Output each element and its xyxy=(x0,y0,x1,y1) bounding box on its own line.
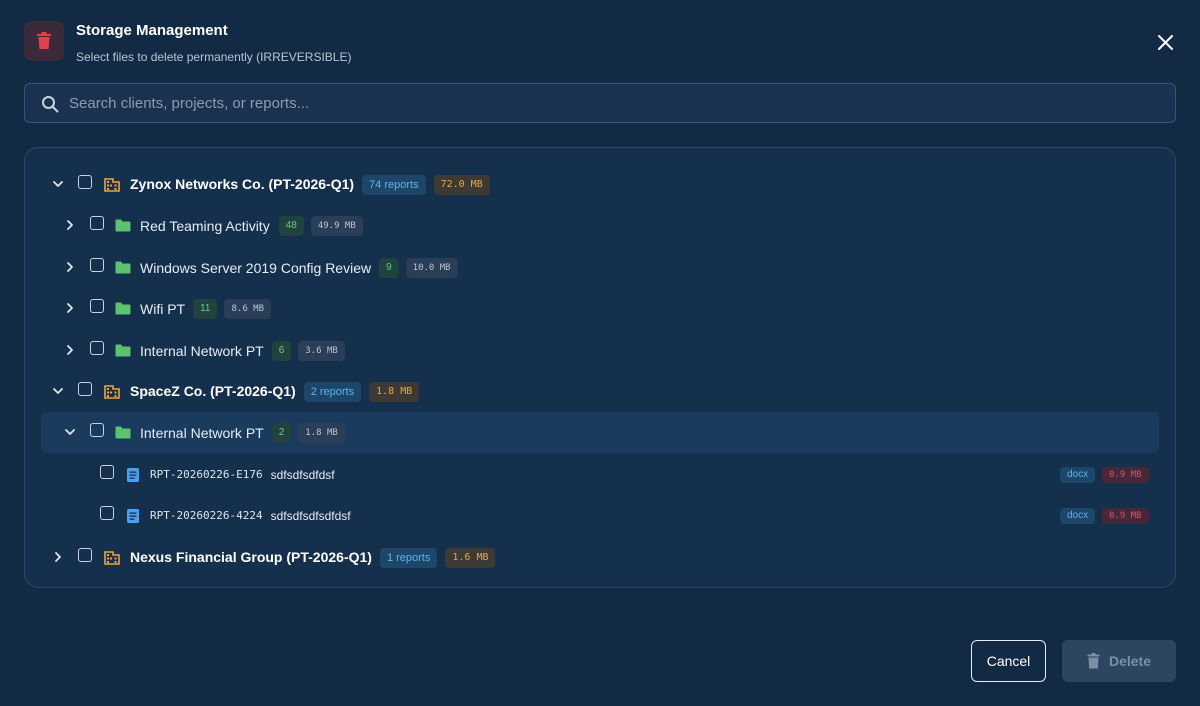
client-checkbox[interactable] xyxy=(78,382,92,396)
cancel-button[interactable]: Cancel xyxy=(971,640,1046,682)
report-name: sdfsdfsdfsdfdsf xyxy=(270,509,351,524)
folder-icon xyxy=(115,344,131,360)
size-badge: 1.8 MB xyxy=(369,382,420,402)
reports-count-badge: 1 reports xyxy=(379,547,438,568)
chevron-down-icon[interactable] xyxy=(51,177,65,191)
project-checkbox[interactable] xyxy=(90,216,104,231)
report-checkbox[interactable] xyxy=(100,506,114,521)
size-badge: 49.9 MB xyxy=(310,216,363,237)
project-checkbox[interactable] xyxy=(90,257,104,272)
building-icon xyxy=(104,385,120,401)
close-icon xyxy=(1157,34,1173,50)
project-name: Red Teaming Activity xyxy=(140,218,270,235)
document-icon xyxy=(127,467,143,484)
folder-icon xyxy=(115,261,131,277)
project-checkbox[interactable] xyxy=(90,299,104,314)
close-button[interactable] xyxy=(1154,31,1176,53)
trash-icon xyxy=(1087,653,1100,669)
client-checkbox[interactable] xyxy=(78,175,92,189)
project-checkbox[interactable] xyxy=(90,423,104,438)
report-count-badge: 6 xyxy=(271,340,292,361)
document-icon xyxy=(127,509,143,525)
report-count-badge: 9 xyxy=(379,257,399,278)
size-badge: 72.0 MB xyxy=(433,175,490,195)
project-row[interactable]: Internal Network PT 2 1.8 MB xyxy=(41,412,1159,454)
file-type-badge: docx xyxy=(1060,508,1096,525)
chevron-down-icon[interactable] xyxy=(63,425,77,439)
delete-button[interactable]: Delete xyxy=(1062,640,1176,682)
search-input[interactable] xyxy=(69,84,1159,122)
client-row[interactable]: Nexus Financial Group (PT-2026-Q1) 1 repo… xyxy=(41,537,1159,578)
dialog-subtitle: Select files to delete permanently (IRRE… xyxy=(76,50,352,64)
project-name: Internal Network PT xyxy=(140,425,264,442)
chevron-right-icon[interactable] xyxy=(63,218,77,232)
dialog-title: Storage Management xyxy=(76,22,228,39)
search-box xyxy=(24,83,1176,123)
chevron-right-icon[interactable] xyxy=(63,343,77,357)
chevron-right-icon[interactable] xyxy=(63,301,77,315)
chevron-right-icon[interactable] xyxy=(51,550,65,564)
report-row[interactable]: RPT-20260226-E176 sdfsdfsdfdsf docx 0.9 MB xyxy=(41,454,1159,495)
file-type-badge: docx xyxy=(1060,466,1096,483)
folder-icon xyxy=(115,426,131,442)
report-name: sdfsdfsdfdsf xyxy=(270,467,335,482)
client-name: SpaceZ Co. (PT-2026-Q1) xyxy=(130,383,296,399)
client-name: Nexus Financial Group (PT-2026-Q1) xyxy=(130,548,372,565)
project-row[interactable]: Red Teaming Activity 48 49.9 MB xyxy=(41,205,1159,246)
storage-tree: Zynox Networks Co. (PT-2026-Q1) 74 report… xyxy=(24,147,1176,588)
size-badge: 1.6 MB xyxy=(445,547,496,568)
building-icon xyxy=(104,550,120,567)
project-row[interactable]: Windows Server 2019 Config Review 9 10.0 M… xyxy=(41,247,1159,288)
project-name: Internal Network PT xyxy=(140,342,264,359)
dialog-header: Storage Management Select files to delet… xyxy=(24,21,1176,64)
report-id: RPT-20260226-4224 xyxy=(150,509,263,523)
reports-count-badge: 74 reports xyxy=(362,175,426,195)
report-count-badge: 48 xyxy=(278,216,304,237)
file-size-badge: 0.9 MB xyxy=(1102,466,1149,483)
size-badge: 1.8 MB xyxy=(298,423,345,444)
folder-icon xyxy=(115,302,131,318)
reports-count-badge: 2 reports xyxy=(303,382,362,402)
delete-label: Delete xyxy=(1108,653,1152,669)
building-icon xyxy=(104,178,120,194)
project-row[interactable]: Internal Network PT 6 3.6 MB xyxy=(41,330,1159,371)
client-row[interactable]: Zynox Networks Co. (PT-2026-Q1) 74 report… xyxy=(41,164,1159,205)
trash-icon xyxy=(24,21,64,61)
project-checkbox[interactable] xyxy=(90,340,104,355)
chevron-down-icon[interactable] xyxy=(51,384,65,398)
client-checkbox[interactable] xyxy=(78,547,92,562)
size-badge: 3.6 MB xyxy=(298,340,345,361)
client-row[interactable]: SpaceZ Co. (PT-2026-Q1) 2 reports 1.8 MB xyxy=(41,371,1159,412)
report-count-badge: 11 xyxy=(193,299,218,320)
project-name: Windows Server 2019 Config Review xyxy=(140,259,372,276)
report-id: RPT-20260226-E176 xyxy=(150,467,263,481)
folder-icon xyxy=(115,219,131,235)
project-row[interactable]: Wifi PT 11 8.6 MB xyxy=(41,288,1159,329)
report-row[interactable]: RPT-20260226-4224 sdfsdfsdfsdfdsf docx 0.9 … xyxy=(41,495,1159,536)
report-checkbox[interactable] xyxy=(100,464,114,479)
report-count-badge: 2 xyxy=(271,423,292,444)
search-icon xyxy=(42,96,59,113)
file-size-badge: 0.9 MB xyxy=(1102,508,1149,525)
project-name: Wifi PT xyxy=(140,301,186,318)
client-name: Zynox Networks Co. (PT-2026-Q1) xyxy=(130,176,355,192)
size-badge: 10.0 MB xyxy=(405,257,458,278)
size-badge: 8.6 MB xyxy=(224,299,271,320)
chevron-right-icon[interactable] xyxy=(63,260,77,274)
